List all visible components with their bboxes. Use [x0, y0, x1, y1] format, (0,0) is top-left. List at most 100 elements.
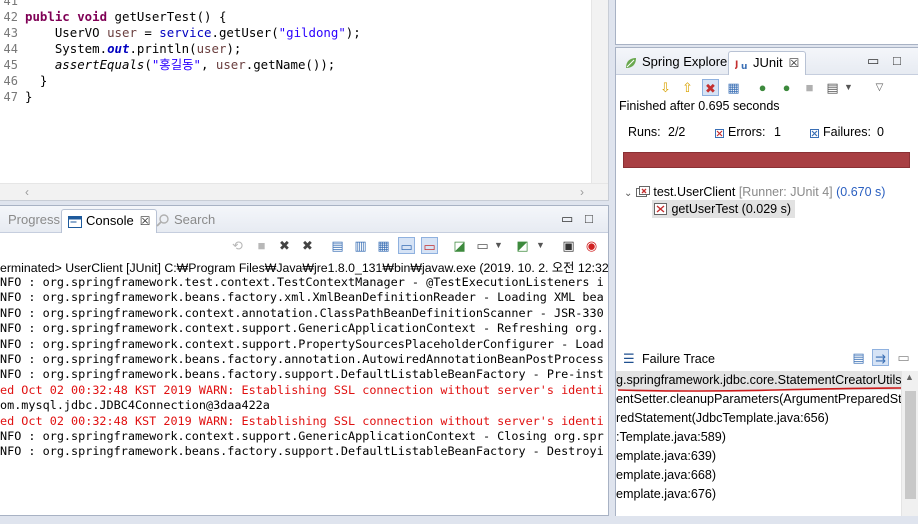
code-line: System.out.println(user); [25, 41, 361, 57]
tree-node-test[interactable]: getUserTest (0.029 s) [652, 200, 796, 218]
trace-line[interactable]: emplate.java:639) [616, 447, 716, 466]
trace-line[interactable]: :Template.java:589) [616, 428, 726, 447]
maximize-icon[interactable]: □ [585, 211, 593, 226]
svg-text:u: u [741, 62, 747, 70]
tab-search[interactable]: Search [150, 209, 221, 233]
chevron-down-icon[interactable]: ⌄ [624, 188, 632, 199]
console-view: Progress Console ☒ Search ▭ □ ⟲ ■ ✖ ✖ ▤ ▥… [0, 205, 609, 516]
trace-vertical-scrollbar[interactable]: ▲ [901, 371, 918, 524]
runs-value: 2/2 [668, 125, 686, 139]
line-number-gutter: 41 42 43 44 45 46 47 [0, 0, 18, 105]
trace-line[interactable]: emplate.java:676) [616, 485, 716, 504]
trace-line[interactable]: emplate.java:668) [616, 466, 716, 485]
close-icon[interactable]: ☒ [789, 56, 800, 70]
tab-junit[interactable]: Ju JUnit ☒ [728, 51, 807, 75]
console-line: NFO : org.springframework.test.context.T… [0, 275, 604, 289]
keyword: public void [25, 9, 115, 24]
copy-trace-icon[interactable]: ▭ [895, 349, 912, 366]
tab-spring-explorer[interactable]: Spring Explorer [618, 51, 738, 75]
junit-view: Spring Explorer Ju JUnit ☒ ▭ □ ⇩ ⇧ ✖ ▦ ● ●… [615, 47, 918, 524]
console-line: NFO : org.springframework.beans.factory.… [0, 367, 604, 382]
chevron-down-icon[interactable]: ▼ [840, 79, 857, 96]
minimize-icon[interactable]: ▭ [867, 53, 879, 69]
line-number: 41 [3, 0, 18, 8]
open-console-icon[interactable]: ◩ [514, 237, 531, 254]
next-failure-icon[interactable]: ⇩ [657, 79, 674, 96]
scroll-lock-icon[interactable]: ▥ [352, 237, 369, 254]
progress-icon [2, 215, 4, 227]
filter-stack-trace-icon[interactable]: ⇉ [872, 349, 889, 366]
view-menu-icon[interactable]: ▽ [871, 79, 888, 96]
stop-icon[interactable]: ■ [801, 79, 818, 96]
pin-console-icon[interactable]: ◪ [451, 237, 468, 254]
failure-trace-list[interactable]: g.springframework.jdbc.core.StatementCre… [616, 371, 901, 524]
scroll-right-icon[interactable]: › [580, 185, 584, 199]
chevron-down-icon[interactable]: ▼ [490, 237, 507, 254]
trace-line[interactable]: redStatement(JdbcTemplate.java:656) [616, 409, 829, 428]
console-line: NFO : org.springframework.context.annota… [0, 305, 604, 320]
line-number: 45 [3, 58, 18, 72]
compare-result-icon[interactable]: ▤ [850, 349, 867, 366]
line-number: 46 [3, 74, 18, 88]
code-token: .println( [129, 41, 197, 56]
scroll-lock-icon[interactable]: ▦ [725, 79, 742, 96]
console-line: om.mysql.jdbc.JDBC4Connection@3daa422a [0, 398, 270, 413]
maximize-icon[interactable]: □ [893, 53, 901, 68]
failure-trace-icon: ☰ [623, 351, 635, 366]
close-icon[interactable]: ☒ [140, 214, 151, 228]
copy-icon[interactable]: ▣ [560, 237, 577, 254]
code-token: getUserTest() { [114, 9, 227, 24]
code-token: ( [144, 57, 152, 72]
clear-console-icon[interactable]: ▤ [329, 237, 346, 254]
runs-label: Runs: [628, 125, 661, 139]
terminate-icon[interactable]: ■ [253, 237, 270, 254]
remove-all-launches-icon[interactable]: ✖ [299, 237, 316, 254]
line-number: 43 [3, 26, 18, 40]
scrollbar-thumb[interactable] [905, 391, 916, 499]
console-line: NFO : org.springframework.beans.factory.… [0, 444, 604, 459]
minimize-icon[interactable]: ▭ [561, 211, 573, 227]
spring-boot-icon[interactable]: ◉ [583, 237, 600, 254]
code-token: } [25, 89, 33, 104]
variable: user [107, 25, 137, 40]
code-line: } [25, 89, 361, 105]
rerun-test-icon[interactable]: ● [754, 79, 771, 96]
code-token: ); [345, 25, 361, 40]
variable: user [196, 41, 227, 56]
editor-horizontal-scrollbar[interactable]: ‹ › [0, 183, 608, 200]
test-history-icon[interactable]: ▤ [824, 79, 841, 96]
previous-failure-icon[interactable]: ⇧ [679, 79, 696, 96]
tree-node-suite[interactable]: ⌄ test.UserClient [Runner: JUnit 4] (0.6… [624, 183, 885, 201]
terminate-relaunch-icon[interactable]: ⟲ [229, 237, 246, 254]
line-number: 47 [3, 90, 18, 104]
console-output[interactable]: NFO : org.springframework.test.context.T… [0, 275, 608, 460]
editor-vertical-scrollbar[interactable] [591, 0, 608, 184]
display-console-icon[interactable]: ▭ [474, 237, 491, 254]
spring-leaf-icon [626, 57, 636, 68]
console-line-error: ed Oct 02 00:32:48 KST 2019 WARN: Establ… [0, 413, 604, 428]
test-progress-bar [623, 152, 910, 168]
suite-name: test.UserClient [653, 185, 736, 199]
tab-label: Search [174, 212, 216, 227]
word-wrap-icon[interactable]: ▦ [375, 237, 392, 254]
code-token: ); [226, 41, 242, 56]
scroll-up-icon[interactable]: ▲ [905, 372, 914, 382]
code-text[interactable]: public void getUserTest() { UserVO user … [25, 0, 361, 137]
svg-text:J: J [735, 60, 738, 70]
code-line: public void getUserTest() { [25, 9, 361, 25]
field: service [159, 25, 212, 40]
show-on-stderr-icon[interactable]: ▭ [421, 237, 438, 254]
chevron-down-icon[interactable]: ▼ [532, 237, 549, 254]
tab-progress[interactable]: Progress [0, 209, 66, 233]
show-failures-only-icon[interactable]: ✖ [702, 79, 719, 96]
code-editor[interactable]: 41 42 43 44 45 46 47 public void getUser… [0, 0, 609, 201]
tab-label: Progress [8, 212, 61, 227]
rerun-failures-first-icon[interactable]: ● [778, 79, 795, 96]
remove-launch-icon[interactable]: ✖ [276, 237, 293, 254]
console-tab-bar: Progress Console ☒ Search ▭ □ [0, 206, 608, 233]
scroll-left-icon[interactable]: ‹ [25, 185, 29, 199]
tab-console[interactable]: Console ☒ [61, 209, 158, 233]
code-line: UserVO user = service.getUser("gildong")… [25, 25, 361, 41]
show-on-stdout-icon[interactable]: ▭ [398, 237, 415, 254]
string-literal: "홍길동" [151, 57, 201, 72]
